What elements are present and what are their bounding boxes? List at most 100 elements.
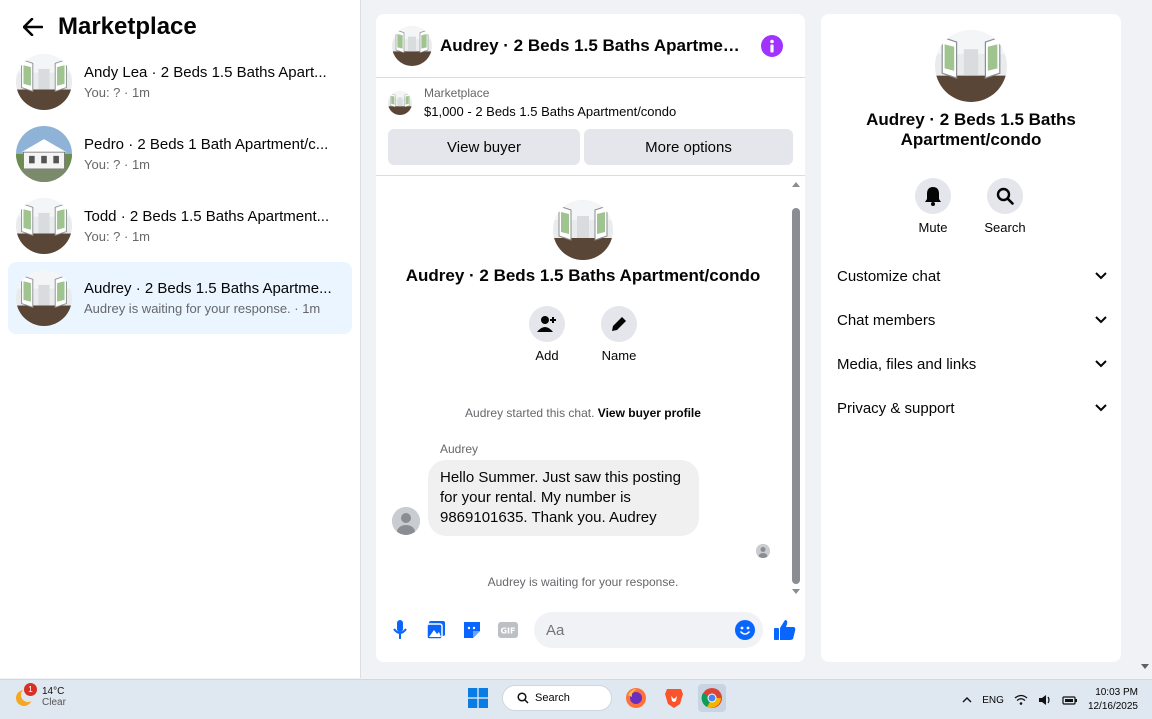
conversation-item-audrey[interactable]: Audrey · 2 Beds 1.5 Baths Apartme... Aud… <box>8 262 352 334</box>
weather-widget[interactable]: 1 14°C Clear <box>14 683 66 709</box>
view-buyer-profile-link[interactable]: View buyer profile <box>598 406 701 420</box>
windows-start-icon[interactable] <box>464 684 492 712</box>
marketplace-listing-bar: Marketplace $1,000 - 2 Beds 1.5 Baths Ap… <box>376 78 805 176</box>
conversation-title: Todd · 2 Beds 1.5 Baths Apartment... <box>84 208 330 225</box>
conversation-item-todd[interactable]: Todd · 2 Beds 1.5 Baths Apartment... You… <box>8 190 352 262</box>
photo-icon[interactable] <box>424 618 448 642</box>
section-label: Privacy & support <box>837 399 955 417</box>
conversation-title: Audrey · 2 Beds 1.5 Baths Apartme... <box>84 280 332 297</box>
marketplace-label: Marketplace <box>424 86 490 100</box>
mute-button[interactable]: Mute <box>903 178 963 235</box>
scroll-thumb[interactable] <box>792 208 800 584</box>
chevron-up-icon[interactable] <box>962 697 972 703</box>
search-label: Search <box>984 220 1026 235</box>
taskbar-apps: Search <box>464 684 726 712</box>
search-in-chat-button[interactable]: Search <box>975 178 1035 235</box>
emoji-icon[interactable] <box>735 620 755 640</box>
chat-header: Audrey · 2 Beds 1.5 Baths Apartment/... <box>376 14 805 78</box>
taskbar-search-label: Search <box>535 692 570 704</box>
chat-details-panel: Audrey · 2 Beds 1.5 Baths Apartment/cond… <box>821 14 1121 662</box>
section-label: Customize chat <box>837 267 941 285</box>
weather-description: Clear <box>42 697 66 708</box>
wifi-icon[interactable] <box>1014 694 1028 706</box>
details-avatar <box>935 30 1007 102</box>
weather-badge: 1 <box>24 683 37 696</box>
chat-avatar[interactable] <box>392 26 432 66</box>
pencil-icon <box>601 306 637 342</box>
listing-avatar <box>16 270 72 326</box>
scroll-down-icon[interactable] <box>791 588 801 596</box>
conversation-snippet: You: ? · 1m <box>84 85 151 100</box>
page-scrollbar[interactable] <box>1137 0 1152 678</box>
language-indicator[interactable]: ENG <box>982 695 1004 706</box>
system-tray: ENG 10:03 PM 12/16/2025 <box>962 686 1138 714</box>
listing-avatar <box>16 54 72 110</box>
view-buyer-button[interactable]: View buyer <box>388 129 580 165</box>
add-people-button[interactable]: Add <box>517 306 577 363</box>
microphone-icon[interactable] <box>388 618 412 642</box>
section-label: Chat members <box>837 311 936 329</box>
brave-browser-icon[interactable] <box>660 684 688 712</box>
message-bubble[interactable]: Hello Summer. Just saw this posting for … <box>428 460 699 536</box>
firefox-icon[interactable] <box>622 684 650 712</box>
search-icon <box>517 692 529 704</box>
chrome-icon[interactable] <box>698 684 726 712</box>
privacy-support-section[interactable]: Privacy & support <box>837 396 1107 420</box>
clock-time: 10:03 PM <box>1095 687 1138 698</box>
chevron-down-icon <box>1095 360 1107 368</box>
chevron-down-icon <box>1095 316 1107 324</box>
thread-name: Audrey · 2 Beds 1.5 Baths Apartment/cond… <box>405 266 761 285</box>
media-files-links-section[interactable]: Media, files and links <box>837 352 1107 376</box>
sender-avatar[interactable] <box>392 507 420 535</box>
conversation-item-pedro[interactable]: Pedro · 2 Beds 1 Bath Apartment/c... You… <box>8 118 352 190</box>
listing-thumbnail[interactable] <box>388 91 412 115</box>
speaker-icon[interactable] <box>1038 694 1052 706</box>
chat-scrollbar[interactable] <box>791 178 801 598</box>
section-label: Media, files and links <box>837 355 977 373</box>
battery-icon[interactable] <box>1062 694 1078 706</box>
chat-title[interactable]: Audrey · 2 Beds 1.5 Baths Apartment/... <box>440 36 745 56</box>
sticker-icon[interactable] <box>460 618 484 642</box>
message-input[interactable] <box>534 612 763 648</box>
add-person-icon <box>529 306 565 342</box>
edit-name-button[interactable]: Name <box>589 306 649 363</box>
conversation-title: Andy Lea · 2 Beds 1.5 Baths Apart... <box>84 64 327 81</box>
weather-temperature: 14°C <box>42 686 65 697</box>
listing-avatar <box>16 198 72 254</box>
message-sender: Audrey <box>440 442 479 456</box>
conversation-snippet: You: ? · 1m <box>84 157 151 172</box>
conversation-snippet: You: ? · 1m <box>84 229 151 244</box>
name-label: Name <box>601 348 637 363</box>
thread-avatar <box>553 200 613 260</box>
thumbs-up-icon[interactable] <box>773 618 797 642</box>
page-title: Marketplace <box>58 13 197 40</box>
conversation-sidebar: Marketplace Andy Lea · 2 Beds 1.5 Baths … <box>0 0 361 678</box>
add-label: Add <box>535 348 559 363</box>
svg-text:GIF: GIF <box>500 627 515 636</box>
listing-price-title[interactable]: $1,000 - 2 Beds 1.5 Baths Apartment/cond… <box>424 104 676 119</box>
scroll-down-icon[interactable] <box>1140 663 1150 671</box>
info-icon[interactable] <box>761 34 783 57</box>
taskbar-search[interactable]: Search <box>502 685 612 711</box>
more-options-button[interactable]: More options <box>584 129 793 165</box>
seen-receipt-icon <box>756 544 770 558</box>
chat-started-text: Audrey started this chat. <box>465 406 595 420</box>
conversation-snippet: Audrey is waiting for your response. · 1… <box>84 301 321 316</box>
customize-chat-section[interactable]: Customize chat <box>837 264 1107 288</box>
back-arrow-icon[interactable] <box>22 16 44 38</box>
mute-label: Mute <box>918 220 948 235</box>
moon-cloud-icon: 1 <box>14 683 38 709</box>
conversation-item-andy[interactable]: Andy Lea · 2 Beds 1.5 Baths Apart... You… <box>8 46 352 118</box>
scroll-up-icon[interactable] <box>791 180 801 188</box>
clock-date: 12/16/2025 <box>1087 701 1138 712</box>
message-thread: Audrey · 2 Beds 1.5 Baths Apartment/cond… <box>376 178 805 598</box>
gif-icon[interactable]: GIF <box>496 618 520 642</box>
system-clock[interactable]: 10:03 PM 12/16/2025 <box>1088 686 1138 714</box>
chat-members-section[interactable]: Chat members <box>837 308 1107 332</box>
details-title: Audrey · 2 Beds 1.5 Baths Apartment/cond… <box>866 110 1076 149</box>
windows-taskbar: 1 14°C Clear Search ENG 10:03 PM 12/16/2… <box>0 679 1152 719</box>
listing-avatar <box>16 126 72 182</box>
bell-icon <box>915 178 951 214</box>
search-icon <box>987 178 1023 214</box>
message-composer: GIF <box>376 598 805 662</box>
